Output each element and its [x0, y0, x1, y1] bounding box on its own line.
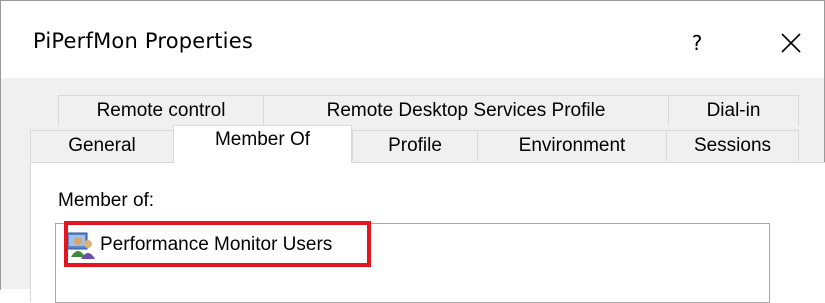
close-button[interactable] [761, 15, 821, 71]
help-button[interactable]: ? [667, 15, 727, 71]
member-of-label: Member of: [58, 190, 155, 211]
tab-remote-control[interactable]: Remote control [58, 95, 263, 126]
tab-member-of[interactable]: Member Of [173, 125, 352, 163]
tab-remote-desktop-services-profile[interactable]: Remote Desktop Services Profile [263, 95, 668, 126]
highlight-annotation [64, 221, 371, 267]
tab-sessions[interactable]: Sessions [666, 130, 799, 161]
close-icon [781, 33, 801, 53]
tab-profile[interactable]: Profile [352, 130, 477, 161]
window-title: PiPerfMon Properties [33, 29, 253, 53]
tab-general[interactable]: General [30, 130, 173, 161]
title-bar: PiPerfMon Properties ? [1, 1, 824, 78]
tab-environment[interactable]: Environment [477, 130, 666, 161]
tab-dial-in[interactable]: Dial-in [668, 95, 799, 126]
